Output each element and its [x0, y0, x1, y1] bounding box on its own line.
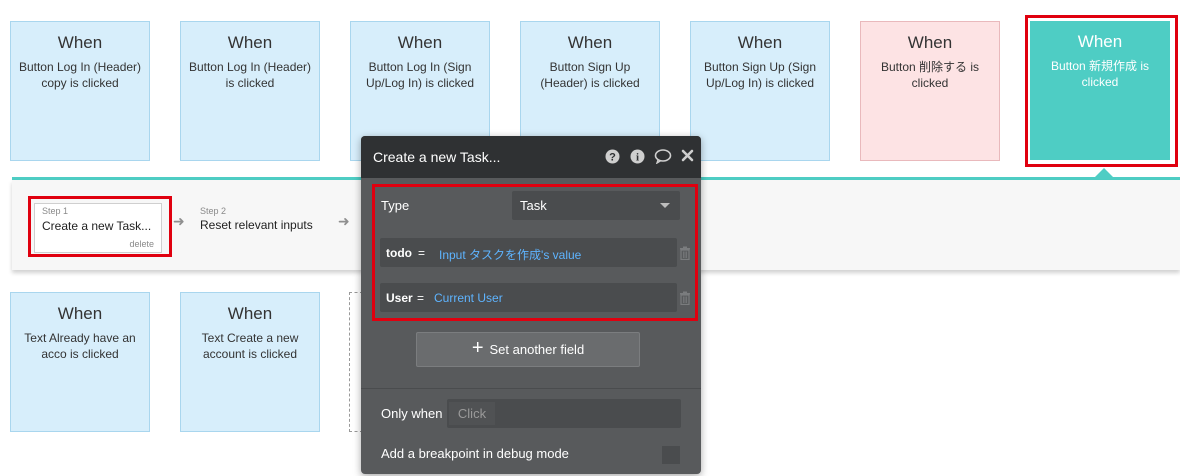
- comment-icon[interactable]: [654, 149, 672, 166]
- breakpoint-checkbox[interactable]: [662, 446, 680, 464]
- only-when-label: Only when: [381, 406, 443, 421]
- selected-event-pointer: [1095, 168, 1113, 177]
- event-when-label: When: [227, 304, 273, 323]
- close-icon[interactable]: [681, 149, 694, 164]
- svg-text:i: i: [636, 152, 639, 164]
- step-2-card[interactable]: Step 2 Reset relevant inputs: [200, 203, 340, 253]
- event-description: Button Sign Up (Sign Up/Log In) is click…: [703, 60, 817, 90]
- step-title: Reset relevant inputs: [200, 218, 313, 232]
- event-description: Button Log In (Sign Up/Log In) is clicke…: [365, 60, 475, 90]
- step-number: Step 2: [200, 206, 227, 216]
- highlight-frame-fields: [372, 184, 698, 321]
- only-when-placeholder: Click: [449, 402, 495, 425]
- svg-text:?: ?: [609, 152, 616, 164]
- event-description: Text Create a new account is clicked: [201, 331, 299, 361]
- event-description: Button Log In (Header) copy is clicked: [18, 60, 142, 90]
- highlight-frame-step: [28, 196, 172, 257]
- event-card-text-create-account[interactable]: When Text Create a new account is clicke…: [180, 292, 320, 432]
- event-card-signup-login[interactable]: When Button Sign Up (Sign Up/Log In) is …: [690, 21, 830, 161]
- arrow-right-icon: ➜: [173, 213, 185, 229]
- help-icon[interactable]: ?: [605, 149, 620, 166]
- event-card-text-already-have[interactable]: When Text Already have an acco is clicke…: [10, 292, 150, 432]
- event-card-delete[interactable]: When Button 削除する is clicked: [860, 21, 1000, 161]
- popup-header: Create a new Task... ? i: [361, 136, 701, 178]
- set-another-field-label: Set another field: [489, 342, 585, 357]
- breakpoint-label: Add a breakpoint in debug mode: [381, 446, 569, 461]
- event-description: Text Already have an acco is clicked: [24, 331, 136, 361]
- event-when-label: When: [57, 304, 103, 323]
- only-when-input[interactable]: Click: [447, 399, 681, 428]
- arrow-right-icon: ➜: [338, 213, 350, 229]
- popup-title: Create a new Task...: [373, 149, 501, 165]
- event-when-label: When: [907, 33, 953, 52]
- event-card-login-header[interactable]: When Button Log In (Header) is clicked: [180, 21, 320, 161]
- event-when-label: When: [57, 33, 103, 52]
- event-when-label: When: [567, 33, 613, 52]
- event-card-login-header-copy[interactable]: When Button Log In (Header) copy is clic…: [10, 21, 150, 161]
- action-editor-popup: Create a new Task... ? i Type Task todo …: [361, 136, 701, 474]
- set-another-field-button[interactable]: + Set another field: [416, 332, 640, 367]
- event-when-label: When: [227, 33, 273, 52]
- event-description: Button Log In (Header) is clicked: [188, 60, 312, 90]
- event-description: Button Sign Up (Header) is clicked: [540, 60, 640, 90]
- event-description: Button 削除する is clicked: [880, 60, 980, 90]
- highlight-frame-event: [1025, 15, 1178, 167]
- section-divider: [361, 388, 701, 389]
- plus-icon: +: [471, 337, 484, 359]
- event-when-label: When: [737, 33, 783, 52]
- event-when-label: When: [397, 33, 443, 52]
- info-icon[interactable]: i: [630, 149, 645, 166]
